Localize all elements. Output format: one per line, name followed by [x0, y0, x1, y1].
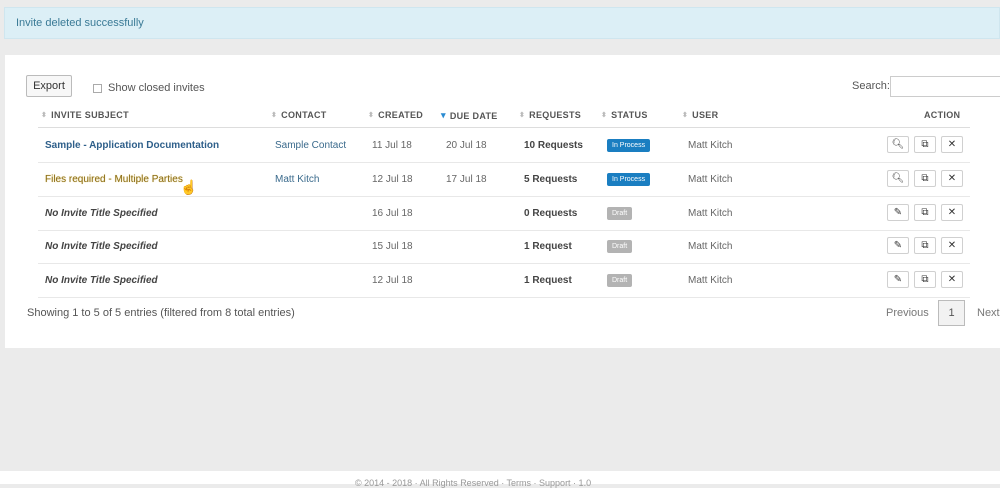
invite-subject-link[interactable]: Files required - Multiple Parties [45, 163, 183, 196]
delete-icon: ✕ [947, 240, 957, 251]
column-header-requests[interactable]: ⬍ REQUESTS [519, 110, 581, 120]
header-divider [38, 127, 970, 128]
edit-icon: ✎ [893, 207, 903, 218]
delete-icon: ✕ [947, 274, 957, 285]
invite-subject-link[interactable]: No Invite Title Specified [45, 197, 158, 230]
edit-button[interactable]: ✎ [887, 271, 909, 288]
contact-link[interactable]: Sample Contact [275, 129, 346, 162]
sort-icon: ⬍ [682, 112, 689, 119]
footer-text: © 2014 - 2018 · All Rights Reserved · Te… [355, 478, 592, 488]
status-badge: In Process [607, 172, 651, 186]
status-badge: In Process [607, 138, 651, 152]
created-date: 12 Jul 18 [372, 275, 413, 286]
status-cell: In Process [607, 129, 651, 162]
status-badge: Draft [607, 239, 633, 253]
status-badge: Draft [607, 206, 633, 220]
column-header-contact[interactable]: ⬍ CONTACT [271, 110, 327, 120]
sort-desc-icon: ▾ [441, 110, 446, 120]
copy-icon: ⧉ [921, 173, 929, 184]
delete-button[interactable]: ✕ [941, 136, 963, 153]
delete-button[interactable]: ✕ [941, 170, 963, 187]
status-badge: Draft [607, 273, 633, 287]
created-date: 16 Jul 18 [372, 208, 413, 219]
copy-button[interactable]: ⧉ [914, 237, 936, 254]
delete-button[interactable]: ✕ [941, 237, 963, 254]
created-date: 11 Jul 18 [372, 140, 412, 151]
export-button[interactable]: Export [26, 75, 72, 97]
edit-icon: ✎ [893, 240, 903, 251]
view-icon: 🔍︎ [891, 173, 905, 184]
copy-button[interactable]: ⧉ [914, 170, 936, 187]
invite-subject-link[interactable]: No Invite Title Specified [45, 230, 158, 263]
column-header-user[interactable]: ⬍ USER [682, 110, 718, 120]
show-closed-checkbox[interactable] [93, 83, 102, 93]
sort-icon: ⬍ [368, 112, 375, 119]
view-button[interactable]: 🔍︎ [887, 136, 909, 153]
user-name: Matt Kitch [688, 140, 733, 151]
status-cell: Draft [607, 197, 633, 230]
copy-button[interactable]: ⧉ [914, 204, 936, 221]
sort-icon: ⬍ [41, 112, 48, 119]
delete-icon: ✕ [947, 173, 957, 184]
due-date: 17 Jul 18 [446, 174, 487, 185]
request-count: 5 Requests [524, 174, 578, 185]
copy-button[interactable]: ⧉ [914, 136, 936, 153]
copy-icon: ⧉ [921, 274, 929, 285]
column-header-subject[interactable]: ⬍ INVITE SUBJECT [41, 110, 129, 120]
view-button[interactable]: 🔍︎ [887, 170, 909, 187]
request-count: 1 Request [524, 275, 572, 286]
created-date: 12 Jul 18 [372, 174, 413, 185]
column-header-status[interactable]: ⬍ STATUS [601, 110, 648, 120]
status-cell: Draft [607, 230, 633, 263]
success-alert: Invite deleted successfully [4, 7, 1000, 39]
table-row: No Invite Title Specified 15 Jul 18 1 Re… [38, 230, 970, 264]
status-cell: In Process [607, 163, 651, 196]
previous-page-button[interactable]: Previous [886, 307, 929, 319]
show-closed-label: Show closed invites [108, 82, 205, 94]
copy-icon: ⧉ [921, 139, 929, 150]
next-page-button[interactable]: Next [977, 307, 1000, 319]
edit-button[interactable]: ✎ [887, 204, 909, 221]
copy-icon: ⧉ [921, 240, 929, 251]
edit-icon: ✎ [893, 274, 903, 285]
delete-icon: ✕ [947, 139, 957, 150]
user-name: Matt Kitch [688, 208, 733, 219]
pagination-info: Showing 1 to 5 of 5 entries (filtered fr… [27, 307, 295, 319]
delete-button[interactable]: ✕ [941, 271, 963, 288]
request-count: 1 Request [524, 241, 572, 252]
column-header-action: ACTION [924, 110, 961, 120]
status-cell: Draft [607, 264, 633, 297]
contact-link[interactable]: Matt Kitch [275, 163, 319, 196]
table-row: Files required - Multiple Parties Matt K… [38, 163, 970, 197]
request-count: 0 Requests [524, 208, 578, 219]
page-1-button[interactable]: 1 [938, 300, 965, 326]
search-label: Search: [852, 80, 890, 92]
sort-icon: ⬍ [601, 112, 608, 119]
show-closed-toggle[interactable]: Show closed invites [93, 82, 205, 94]
due-date: 20 Jul 18 [446, 140, 487, 151]
invite-subject-link[interactable]: Sample - Application Documentation [45, 129, 219, 162]
column-header-due-date[interactable]: ▾ DUE DATE [441, 110, 498, 121]
table-row: No Invite Title Specified 12 Jul 18 1 Re… [38, 264, 970, 298]
table-row: No Invite Title Specified 16 Jul 18 0 Re… [38, 197, 970, 231]
delete-button[interactable]: ✕ [941, 204, 963, 221]
user-name: Matt Kitch [688, 275, 733, 286]
invite-subject-link[interactable]: No Invite Title Specified [45, 264, 158, 297]
request-count: 10 Requests [524, 140, 583, 151]
invites-panel: Export Show closed invites Search: ⬍ INVI… [5, 55, 1000, 348]
search-input[interactable] [890, 76, 1000, 97]
column-header-created[interactable]: ⬍ CREATED [368, 110, 423, 120]
created-date: 15 Jul 18 [372, 241, 413, 252]
copy-icon: ⧉ [921, 207, 929, 218]
table-row: Sample - Application Documentation Sampl… [38, 129, 970, 163]
view-icon: 🔍︎ [891, 139, 905, 150]
delete-icon: ✕ [947, 207, 957, 218]
user-name: Matt Kitch [688, 174, 733, 185]
user-name: Matt Kitch [688, 241, 733, 252]
edit-button[interactable]: ✎ [887, 237, 909, 254]
sort-icon: ⬍ [519, 112, 526, 119]
sort-icon: ⬍ [271, 112, 278, 119]
copy-button[interactable]: ⧉ [914, 271, 936, 288]
hand-cursor-icon: ☝ [180, 179, 198, 195]
